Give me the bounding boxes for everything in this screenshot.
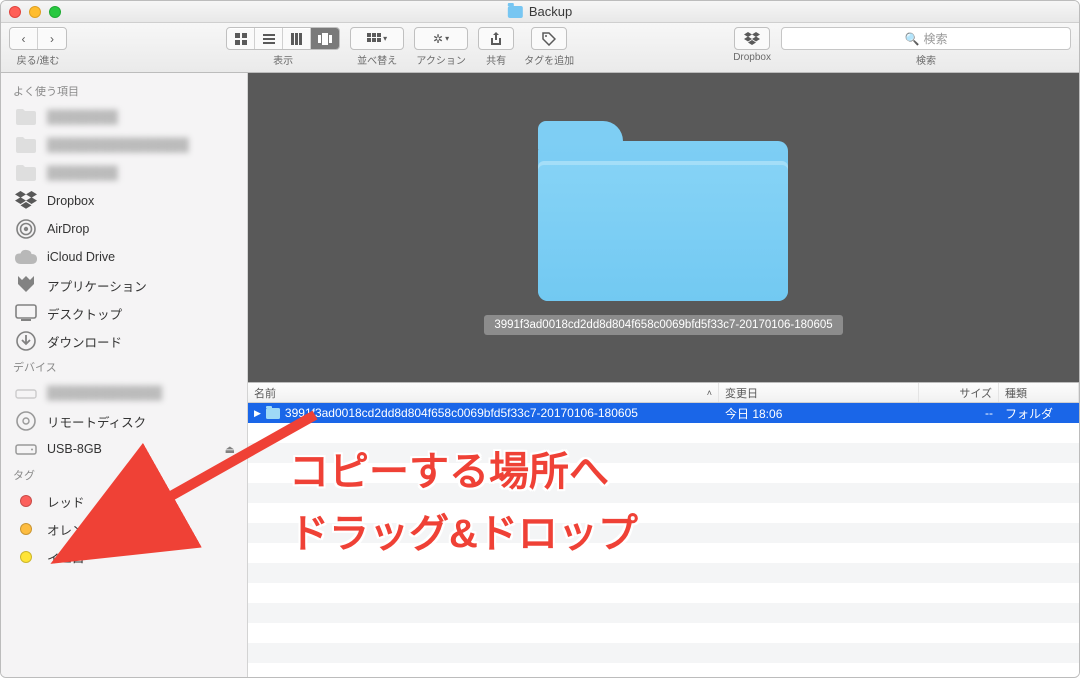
window-title: Backup <box>508 4 572 19</box>
devices-header: デバイス <box>1 355 247 379</box>
list-header: 名前˄ 変更日 サイズ 種類 <box>248 383 1079 403</box>
sidebar-device-usb-8gb[interactable]: USB-8GB ⏏ <box>1 435 247 463</box>
view-columns-button[interactable] <box>283 28 311 49</box>
tag-button[interactable] <box>531 27 567 50</box>
dropbox-icon <box>13 190 39 212</box>
view-group: 表示 <box>226 27 340 67</box>
dropbox-button[interactable] <box>734 27 770 50</box>
back-button[interactable]: ‹ <box>10 28 38 49</box>
airdrop-icon <box>13 218 39 240</box>
folder-icon <box>13 134 39 156</box>
sidebar-item-dropbox[interactable]: Dropbox <box>1 187 247 215</box>
title-bar: Backup <box>1 1 1079 23</box>
tag-group: タグを追加 <box>524 27 574 67</box>
view-label: 表示 <box>273 52 293 67</box>
finder-window: Backup ‹ › 戻る/進む <box>0 0 1080 678</box>
preview-caption: 3991f3ad0018cd2dd8d804f658c0069bfd5f33c7… <box>484 315 842 335</box>
sidebar-item-hidden-1[interactable]: ████████ <box>1 103 247 131</box>
apps-icon <box>13 274 39 296</box>
row-kind-text: フォルダ <box>999 405 1079 422</box>
sidebar-item-airdrop[interactable]: AirDrop <box>1 215 247 243</box>
folder-icon <box>13 162 39 184</box>
sort-group: ▾ 並べ替え <box>350 27 404 67</box>
sidebar-item-applications[interactable]: アプリケーション <box>1 271 247 299</box>
sidebar: よく使う項目 ████████ ████████████████ ███████… <box>1 73 248 677</box>
search-placeholder-text: 検索 <box>923 30 947 47</box>
sidebar-item-hidden-2[interactable]: ████████████████ <box>1 131 247 159</box>
view-icons-button[interactable] <box>227 28 255 49</box>
favorites-header: よく使う項目 <box>1 79 247 103</box>
action-group: ✲▾ アクション <box>414 27 468 67</box>
sort-button[interactable]: ▾ <box>350 27 404 50</box>
traffic-lights <box>9 6 61 18</box>
dropbox-icon <box>744 32 760 46</box>
dropbox-label: Dropbox <box>733 52 771 63</box>
share-label: 共有 <box>486 52 506 67</box>
tags-header: タグ <box>1 463 247 487</box>
gear-icon: ✲ <box>433 32 443 46</box>
tag-dot-orange-icon <box>20 523 32 535</box>
close-window-button[interactable] <box>9 6 21 18</box>
sidebar-tag-red[interactable]: レッド <box>1 487 247 515</box>
folder-icon <box>266 408 280 419</box>
search-input[interactable]: 🔍 検索 <box>781 27 1071 50</box>
sidebar-device-remote-disc[interactable]: リモートディスク <box>1 407 247 435</box>
action-label: アクション <box>416 52 466 67</box>
zoom-window-button[interactable] <box>49 6 61 18</box>
cloud-icon <box>13 246 39 268</box>
content: 3991f3ad0018cd2dd8d804f658c0069bfd5f33c7… <box>248 73 1079 677</box>
nav-group: ‹ › 戻る/進む <box>9 27 67 67</box>
row-name-text: 3991f3ad0018cd2dd8d804f658c0069bfd5f33c7… <box>285 406 638 420</box>
eject-icon[interactable]: ⏏ <box>225 443 235 456</box>
view-list-button[interactable] <box>255 28 283 49</box>
share-icon <box>490 32 502 46</box>
desktop-icon <box>13 302 39 324</box>
action-button[interactable]: ✲▾ <box>414 27 468 50</box>
sidebar-item-downloads[interactable]: ダウンロード <box>1 327 247 355</box>
toolbar: ‹ › 戻る/進む 表示 <box>1 23 1079 73</box>
forward-button[interactable]: › <box>38 28 66 49</box>
header-modified[interactable]: 変更日 <box>719 383 919 402</box>
tag-dot-red-icon <box>20 495 32 507</box>
share-button[interactable] <box>478 27 514 50</box>
list-row-selected[interactable]: ▶ 3991f3ad0018cd2dd8d804f658c0069bfd5f33… <box>248 403 1079 423</box>
sort-asc-icon: ˄ <box>707 388 712 398</box>
preview-item[interactable]: 3991f3ad0018cd2dd8d804f658c0069bfd5f33c7… <box>484 121 842 335</box>
window-title-text: Backup <box>529 4 572 19</box>
sidebar-item-icloud[interactable]: iCloud Drive <box>1 243 247 271</box>
empty-list-area <box>248 423 1079 677</box>
sidebar-tag-orange[interactable]: オレンジ <box>1 515 247 543</box>
dropbox-group: Dropbox <box>733 27 771 63</box>
tag-dot-yellow-icon <box>20 551 32 563</box>
sidebar-device-hidden[interactable]: █████████████ <box>1 379 247 407</box>
disclosure-triangle-icon[interactable]: ▶ <box>254 408 261 419</box>
search-group: 🔍 検索 検索 <box>781 27 1071 67</box>
minimize-window-button[interactable] <box>29 6 41 18</box>
tag-label: タグを追加 <box>524 52 574 67</box>
share-group: 共有 <box>478 27 514 67</box>
sidebar-item-desktop[interactable]: デスクトップ <box>1 299 247 327</box>
row-modified-text: 今日 18:06 <box>719 405 919 422</box>
search-label: 検索 <box>916 52 936 67</box>
view-coverflow-button[interactable] <box>311 28 339 49</box>
search-icon: 🔍 <box>905 32 920 46</box>
header-kind[interactable]: 種類 <box>999 383 1079 402</box>
header-size[interactable]: サイズ <box>919 383 999 402</box>
folder-icon <box>508 6 523 18</box>
sidebar-tag-yellow[interactable]: イエロー <box>1 543 247 571</box>
tag-icon <box>542 32 556 46</box>
sort-label: 並べ替え <box>357 52 397 67</box>
row-size-text: -- <box>919 406 999 420</box>
nav-label: 戻る/進む <box>17 52 60 67</box>
downloads-icon <box>13 330 39 352</box>
mac-hd-icon <box>13 382 39 404</box>
sidebar-item-hidden-3[interactable]: ████████ <box>1 159 247 187</box>
disc-icon <box>13 410 39 432</box>
folder-icon <box>538 121 788 301</box>
external-drive-icon <box>13 438 39 460</box>
header-name[interactable]: 名前˄ <box>248 383 719 402</box>
folder-icon <box>13 106 39 128</box>
coverflow-preview[interactable]: 3991f3ad0018cd2dd8d804f658c0069bfd5f33c7… <box>248 73 1079 383</box>
